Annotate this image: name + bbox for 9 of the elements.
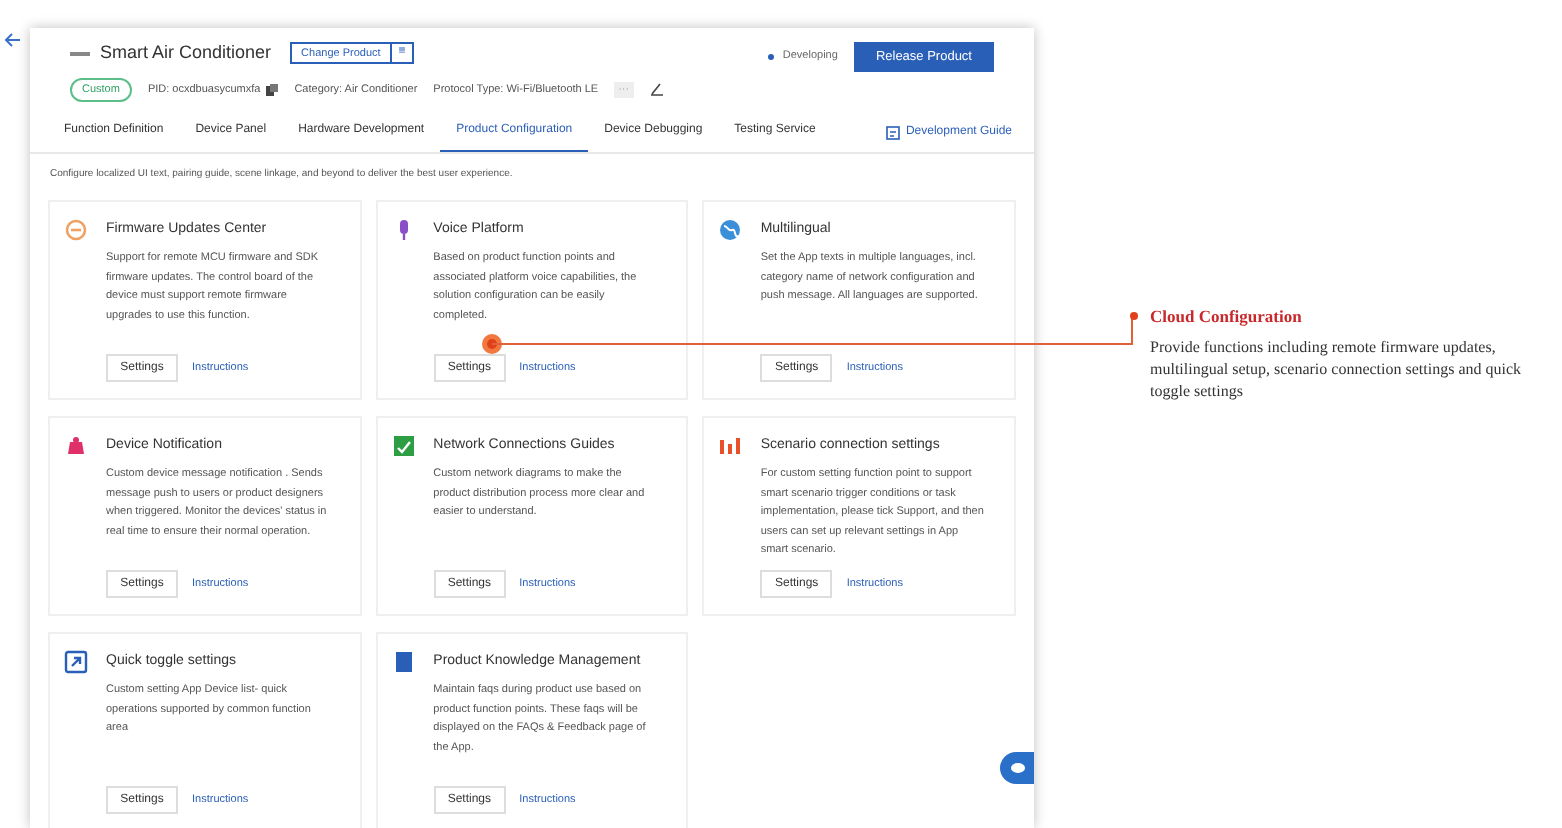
guide-icon: [885, 125, 900, 140]
edit-icon[interactable]: [649, 82, 664, 97]
annotation-title: Cloud Configuration: [1150, 304, 1304, 330]
copy-icon[interactable]: [266, 83, 279, 96]
annotation-text: Provide functions including remote firmware updates, multilingual setup, scenario connection settings and quick toggle settings: [1150, 335, 1524, 402]
product-name: Smart Air Conditioner: [100, 40, 272, 66]
product-logo-icon: [70, 51, 90, 56]
chat-icon[interactable]: [1000, 752, 1034, 784]
back-arrow-icon[interactable]: [4, 32, 22, 48]
